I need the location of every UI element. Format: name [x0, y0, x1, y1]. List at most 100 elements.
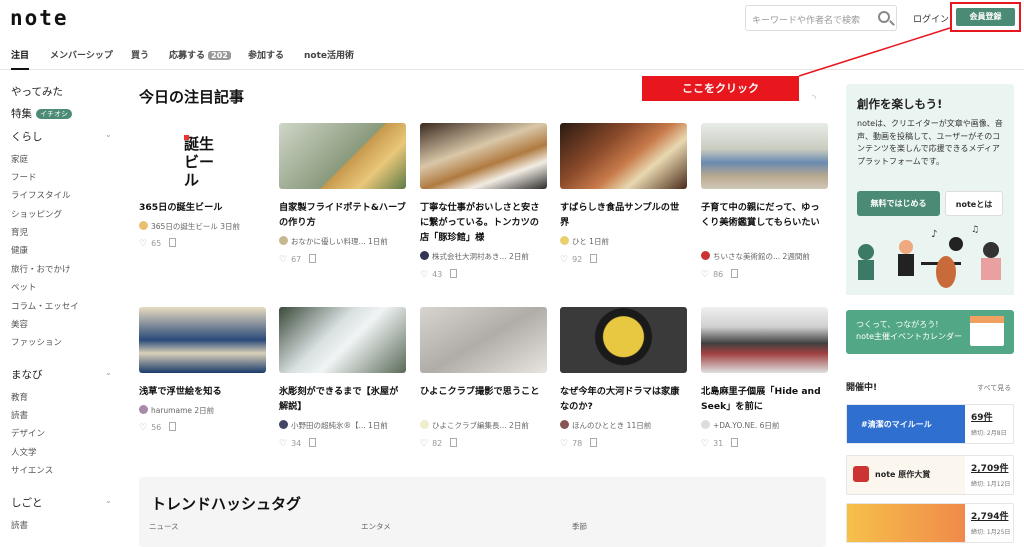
sidebar-item-shigoto[interactable]: しごと — [11, 495, 43, 510]
tab-buy[interactable]: 買う — [131, 48, 149, 61]
article-thumbnail[interactable] — [420, 123, 547, 189]
article-thumbnail[interactable] — [279, 307, 406, 373]
sidebar-item-pet[interactable]: ペット — [11, 281, 37, 293]
contest-item[interactable]: #清潔のマイルール 69件 締切: 2月8日 — [846, 404, 1014, 444]
sidebar-item-column[interactable]: コラム・エッセイ — [11, 300, 79, 312]
sidebar-item-food[interactable]: フード — [11, 171, 37, 183]
entry-count[interactable]: 69件 — [971, 410, 993, 423]
bookmark-icon[interactable] — [169, 422, 177, 431]
sidebar-item-ikuji[interactable]: 育児 — [11, 226, 28, 238]
contest-item[interactable]: 2,794件 締切: 1月25日 — [846, 503, 1014, 543]
article-author[interactable]: ちいさな美術館の... 2週間前 — [701, 251, 828, 262]
trend-category[interactable]: ニュース — [149, 521, 179, 532]
sidebar-item-tried[interactable]: やってみた — [11, 84, 63, 99]
rss-icon[interactable]: ◝ — [812, 93, 823, 104]
article-title[interactable]: 浅草で浮世絵を知る — [139, 384, 266, 399]
bookmark-icon[interactable] — [169, 238, 177, 247]
article-thumbnail[interactable] — [701, 123, 828, 189]
article-author[interactable]: ひよこクラブ編集長... 2日前 — [420, 420, 547, 431]
chevron-down-icon[interactable]: ⌄ — [105, 496, 112, 505]
sidebar-item-katei[interactable]: 家庭 — [11, 153, 28, 165]
tab-note-tips[interactable]: note活用術 — [304, 48, 354, 61]
sidebar-item-reading-2[interactable]: 読書 — [11, 519, 28, 531]
article-title[interactable]: 365日の誕生ビール — [139, 200, 266, 215]
sidebar-item-special[interactable]: 特集 イチオシ — [11, 106, 72, 121]
article-thumbnail[interactable] — [279, 123, 406, 189]
entry-count[interactable]: 2,794件 — [971, 509, 1008, 522]
article-title[interactable]: 北島麻里子個展「Hide and Seek」を前に — [701, 384, 828, 414]
article-thumbnail[interactable] — [701, 307, 828, 373]
heart-icon[interactable]: ♡ — [560, 255, 568, 265]
sidebar-item-design[interactable]: デザイン — [11, 427, 45, 439]
sidebar-item-health[interactable]: 健康 — [11, 244, 28, 256]
start-free-button[interactable]: 無料ではじめる — [857, 191, 940, 216]
article-title[interactable]: 子育て中の親にだって、ゆっくり美術鑑賞してもらいたい — [701, 200, 828, 230]
note-logo[interactable]: note — [10, 6, 69, 30]
trend-category[interactable]: エンタメ — [361, 521, 391, 532]
contest-banner[interactable] — [847, 504, 965, 542]
article-thumbnail[interactable] — [420, 307, 547, 373]
article-thumbnail[interactable] — [139, 307, 266, 373]
article-title[interactable]: 丁寧な仕事がおいしさと安さに繋がっている。トンカツの店「豚珍館」様 — [420, 200, 547, 245]
sidebar-item-kurashi[interactable]: くらし — [11, 129, 43, 144]
see-all-link[interactable]: すべて見る — [977, 383, 1011, 393]
heart-icon[interactable]: ♡ — [279, 439, 287, 449]
bookmark-icon[interactable] — [450, 269, 458, 278]
article-author[interactable]: おなかに優しい料理... 1日前 — [279, 236, 406, 247]
tab-featured[interactable]: 注目 — [11, 48, 30, 70]
article-title[interactable]: 氷彫刻ができるまで【氷屋が解説】 — [279, 384, 406, 414]
trend-category[interactable]: 季節 — [572, 521, 587, 532]
article-author[interactable]: 365日の誕生ビール 3日前 — [139, 221, 266, 232]
heart-icon[interactable]: ♡ — [139, 423, 147, 433]
signup-button[interactable]: 会員登録 — [956, 8, 1015, 26]
article-title[interactable]: ひよこクラブ撮影で思うこと — [420, 384, 547, 399]
article-title[interactable]: すばらしき食品サンプルの世界 — [560, 200, 687, 230]
heart-icon[interactable]: ♡ — [139, 239, 147, 249]
search-input[interactable]: キーワードや作者名で検索 — [745, 5, 897, 31]
contest-banner[interactable]: #清潔のマイルール — [847, 405, 965, 443]
bookmark-icon[interactable] — [309, 254, 317, 263]
contest-item[interactable]: note 原作大賞 2,709件 締切: 1月12日 — [846, 455, 1014, 495]
tab-join[interactable]: 参加する — [248, 48, 284, 61]
bookmark-icon[interactable] — [731, 438, 739, 447]
bookmark-icon[interactable] — [450, 438, 458, 447]
sidebar-item-shopping[interactable]: ショッピング — [11, 208, 62, 220]
bookmark-icon[interactable] — [590, 438, 598, 447]
sidebar-item-manabi[interactable]: まなび — [11, 367, 43, 382]
article-author[interactable]: harumame 2日前 — [139, 405, 266, 416]
sidebar-item-fashion[interactable]: ファッション — [11, 336, 62, 348]
heart-icon[interactable]: ♡ — [560, 439, 568, 449]
sidebar-item-lifestyle[interactable]: ライフスタイル — [11, 189, 71, 201]
search-icon[interactable] — [878, 11, 890, 23]
chevron-down-icon[interactable]: ⌄ — [105, 368, 112, 377]
article-title[interactable]: なぜ今年の大河ドラマは家康なのか? — [560, 384, 687, 414]
heart-icon[interactable]: ♡ — [701, 439, 709, 449]
article-title[interactable]: 自家製フライドポテト&ハーブの作り方 — [279, 200, 406, 230]
article-author[interactable]: 小野田の超純氷®【... 1日前 — [279, 420, 406, 431]
about-note-button[interactable]: noteとは — [945, 191, 1003, 216]
sidebar-item-reading[interactable]: 読書 — [11, 409, 28, 421]
bookmark-icon[interactable] — [731, 269, 739, 278]
sidebar-item-humanities[interactable]: 人文学 — [11, 446, 37, 458]
login-link[interactable]: ログイン — [913, 12, 949, 25]
event-calendar-banner[interactable]: つくって、つながろう! note主催イベントカレンダー — [846, 310, 1014, 354]
article-author[interactable]: 株式会社大洞村あき... 2日前 — [420, 251, 547, 262]
article-author[interactable]: ひと 1日前 — [560, 236, 687, 247]
article-thumbnail[interactable] — [560, 123, 687, 189]
entry-count[interactable]: 2,709件 — [971, 461, 1008, 474]
article-author[interactable]: ほんのひととき 11日前 — [560, 420, 687, 431]
sidebar-item-travel[interactable]: 旅行・おでかけ — [11, 263, 71, 275]
heart-icon[interactable]: ♡ — [279, 255, 287, 265]
heart-icon[interactable]: ♡ — [420, 270, 428, 280]
sidebar-item-education[interactable]: 教育 — [11, 391, 28, 403]
bookmark-icon[interactable] — [590, 254, 598, 263]
sidebar-item-science[interactable]: サイエンス — [11, 464, 53, 476]
chevron-down-icon[interactable]: ⌄ — [105, 130, 112, 139]
tab-membership[interactable]: メンバーシップ — [50, 48, 113, 61]
heart-icon[interactable]: ♡ — [420, 439, 428, 449]
tab-apply[interactable]: 応募する 202 — [169, 48, 231, 61]
contest-banner[interactable]: note 原作大賞 — [847, 456, 965, 494]
heart-icon[interactable]: ♡ — [701, 270, 709, 280]
article-thumbnail[interactable]: 誕生 ビール — [139, 123, 266, 189]
article-thumbnail[interactable] — [560, 307, 687, 373]
